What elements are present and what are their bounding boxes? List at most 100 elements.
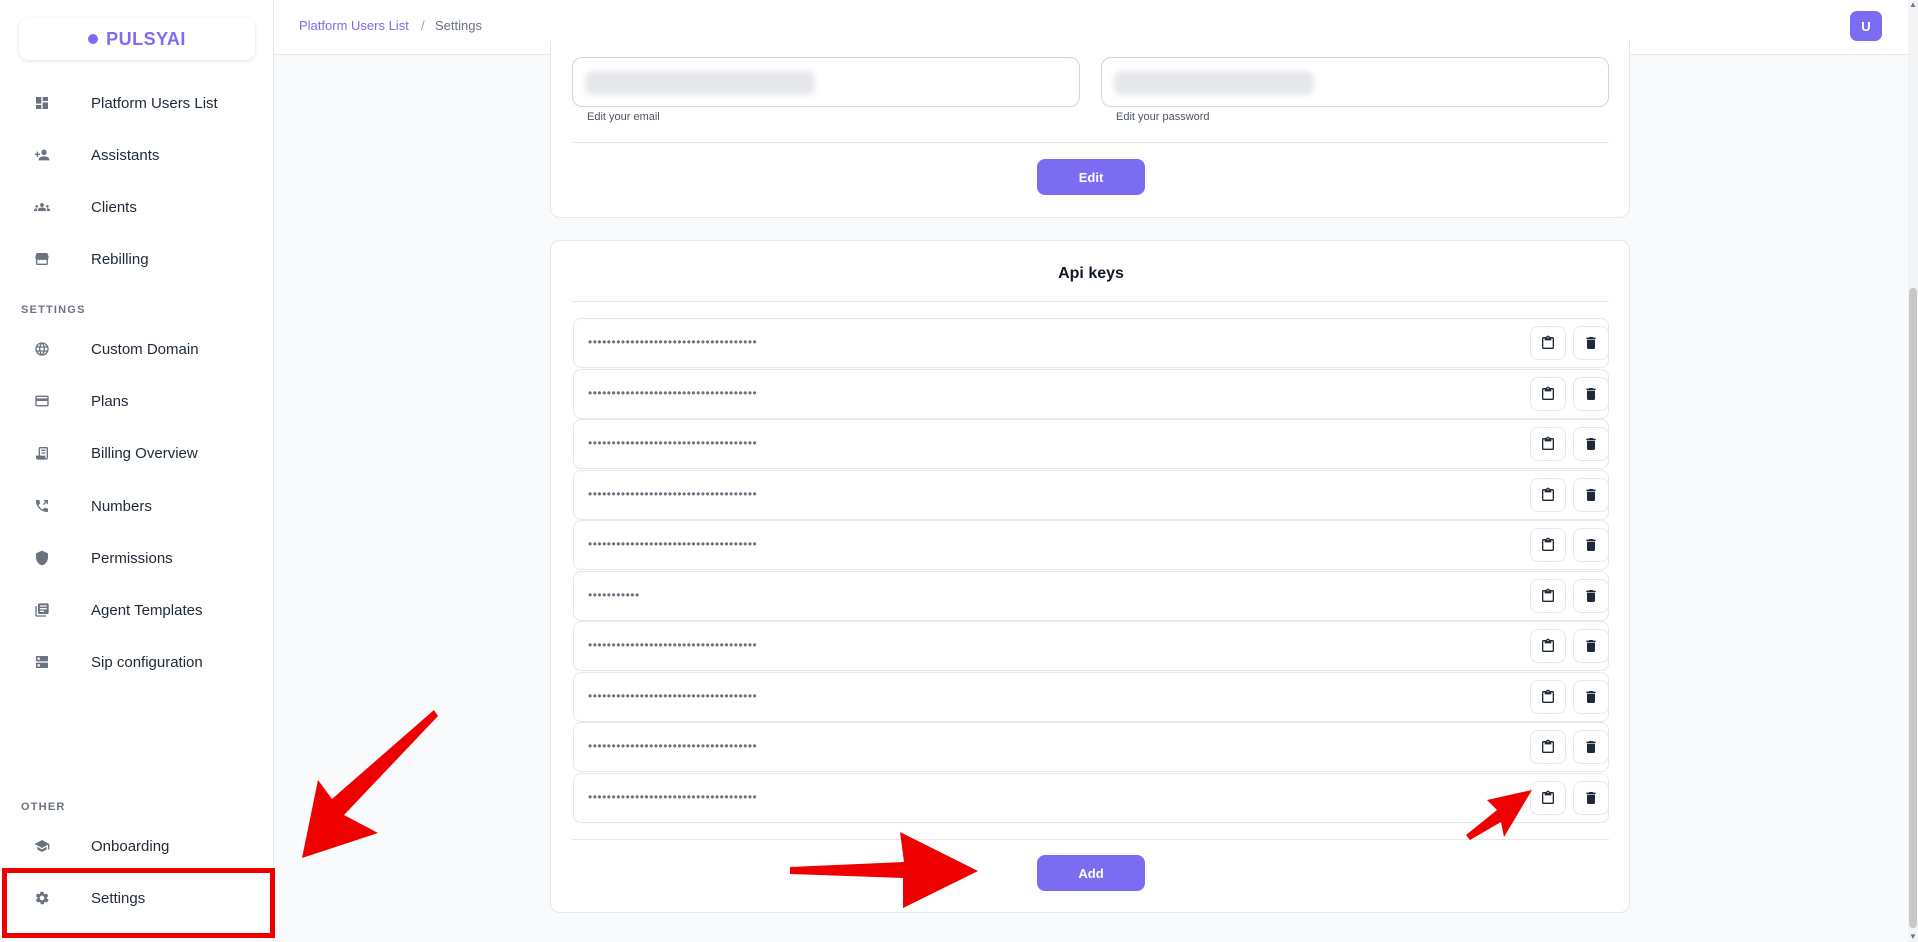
email-value-blurred [585, 71, 815, 95]
copy-api-key-button[interactable] [1530, 326, 1566, 360]
copy-api-key-button[interactable] [1530, 578, 1566, 613]
breadcrumb-link-platform-users-list[interactable]: Platform Users List [299, 18, 409, 33]
copy-api-key-button[interactable] [1530, 528, 1566, 562]
breadcrumb-separator: / [421, 18, 425, 33]
api-key-masked-value: •••••••••••••••••••••••••••••••••••• [588, 537, 758, 551]
trash-icon [1583, 335, 1599, 351]
clipboard-icon [1540, 638, 1556, 654]
clipboard-icon [1540, 739, 1556, 755]
sidebar: PULSYAI Platform Users List Assistants C… [0, 0, 274, 942]
api-key-row: •••••••••••••••••••••••••••••••••••• [573, 722, 1609, 772]
trash-icon [1583, 739, 1599, 755]
sidebar-item-numbers[interactable]: Numbers [0, 486, 274, 526]
delete-api-key-button[interactable] [1573, 427, 1609, 461]
api-keys-title: Api keys [1058, 265, 1124, 282]
delete-api-key-button[interactable] [1573, 528, 1609, 562]
server-icon [33, 653, 51, 671]
clipboard-icon [1540, 386, 1556, 402]
clipboard-icon [1540, 790, 1556, 806]
sidebar-item-label: Platform Users List [91, 94, 218, 112]
copy-api-key-button[interactable] [1530, 427, 1566, 461]
email-helper-text: Edit your email [587, 111, 660, 123]
password-helper-text: Edit your password [1116, 111, 1210, 123]
scroll-up-arrow-icon[interactable]: ▲ [1908, 0, 1918, 10]
divider [572, 839, 1609, 840]
annotation-highlight-box [2, 868, 275, 938]
copy-api-key-button[interactable] [1530, 730, 1566, 764]
clipboard-icon [1540, 487, 1556, 503]
sidebar-item-label: Clients [91, 198, 137, 216]
sidebar-item-plans[interactable]: Plans [0, 381, 274, 421]
api-key-row: •••••••••••••••••••••••••••••••••••• [573, 368, 1609, 419]
password-field[interactable] [1101, 57, 1609, 107]
delete-api-key-button[interactable] [1573, 629, 1609, 663]
api-key-row: ••••••••••• [573, 570, 1609, 621]
sidebar-item-label: Onboarding [91, 837, 170, 855]
section-label-other: OTHER [21, 801, 66, 813]
delete-api-key-button[interactable] [1573, 477, 1609, 512]
sidebar-item-clients[interactable]: Clients [0, 187, 274, 227]
scrollbar-thumb[interactable] [1909, 288, 1917, 928]
user-avatar[interactable]: U [1850, 11, 1882, 41]
globe-icon [33, 340, 51, 358]
trash-icon [1583, 790, 1599, 806]
sidebar-item-assistants[interactable]: Assistants [0, 135, 274, 175]
delete-api-key-button[interactable] [1573, 780, 1609, 815]
delete-api-key-button[interactable] [1573, 679, 1609, 714]
copy-api-key-button[interactable] [1530, 477, 1566, 512]
brand-name: PULSYAI [106, 28, 186, 49]
annotation-arrow-to-settings [302, 710, 438, 858]
sidebar-item-permissions[interactable]: Permissions [0, 538, 274, 578]
api-key-row: •••••••••••••••••••••••••••••••••••• [573, 520, 1609, 570]
clipboard-icon [1540, 335, 1556, 351]
api-key-row: •••••••••••••••••••••••••••••••••••• [573, 621, 1609, 671]
clipboard-icon [1540, 689, 1556, 705]
person-add-icon [33, 146, 51, 164]
delete-api-key-button[interactable] [1573, 730, 1609, 764]
copy-api-key-button[interactable] [1530, 629, 1566, 663]
account-settings-card: Edit your email Edit your password Edit [550, 40, 1630, 218]
api-key-masked-value: •••••••••••••••••••••••••••••••••••• [588, 739, 758, 753]
copy-api-key-button[interactable] [1530, 780, 1566, 815]
section-label-settings: SETTINGS [21, 304, 86, 316]
sidebar-item-onboarding[interactable]: Onboarding [0, 826, 274, 866]
sidebar-item-label: Sip configuration [91, 653, 203, 671]
email-field[interactable] [572, 57, 1080, 107]
copy-api-key-button[interactable] [1530, 679, 1566, 714]
api-key-row: •••••••••••••••••••••••••••••••••••• [573, 419, 1609, 469]
clipboard-icon [1540, 537, 1556, 553]
trash-icon [1583, 588, 1599, 604]
breadcrumb-current: Settings [435, 18, 482, 33]
scroll-down-arrow-icon[interactable]: ▼ [1908, 932, 1918, 942]
api-key-row: •••••••••••••••••••••••••••••••••••• [573, 671, 1609, 722]
add-api-key-button[interactable]: Add [1037, 855, 1145, 891]
copy-api-key-button[interactable] [1530, 376, 1566, 411]
sidebar-item-label: Rebilling [91, 250, 149, 268]
api-key-masked-value: •••••••••••••••••••••••••••••••••••• [588, 436, 758, 450]
sidebar-item-custom-domain[interactable]: Custom Domain [0, 329, 274, 369]
api-key-row: •••••••••••••••••••••••••••••••••••• [573, 772, 1609, 823]
delete-api-key-button[interactable] [1573, 376, 1609, 411]
sidebar-item-billing-overview[interactable]: Billing Overview [0, 433, 274, 473]
sidebar-item-agent-templates[interactable]: Agent Templates [0, 590, 274, 630]
sidebar-item-platform-users-list[interactable]: Platform Users List [0, 83, 274, 123]
trash-icon [1583, 487, 1599, 503]
receipt-icon [33, 444, 51, 462]
sidebar-item-sip-configuration[interactable]: Sip configuration [0, 642, 274, 682]
sidebar-item-rebilling[interactable]: Rebilling [0, 239, 274, 279]
trash-icon [1583, 638, 1599, 654]
password-value-blurred [1114, 71, 1314, 95]
credit-card-icon [33, 392, 51, 410]
api-key-row: •••••••••••••••••••••••••••••••••••• [573, 318, 1609, 368]
edit-button[interactable]: Edit [1037, 159, 1145, 195]
divider [572, 301, 1609, 302]
clipboard-icon [1540, 588, 1556, 604]
trash-icon [1583, 386, 1599, 402]
brand-logo[interactable]: PULSYAI [19, 18, 255, 60]
trash-icon [1583, 689, 1599, 705]
delete-api-key-button[interactable] [1573, 578, 1609, 613]
sidebar-item-label: Billing Overview [91, 444, 198, 462]
delete-api-key-button[interactable] [1573, 326, 1609, 360]
divider [572, 142, 1609, 143]
store-icon [33, 250, 51, 268]
